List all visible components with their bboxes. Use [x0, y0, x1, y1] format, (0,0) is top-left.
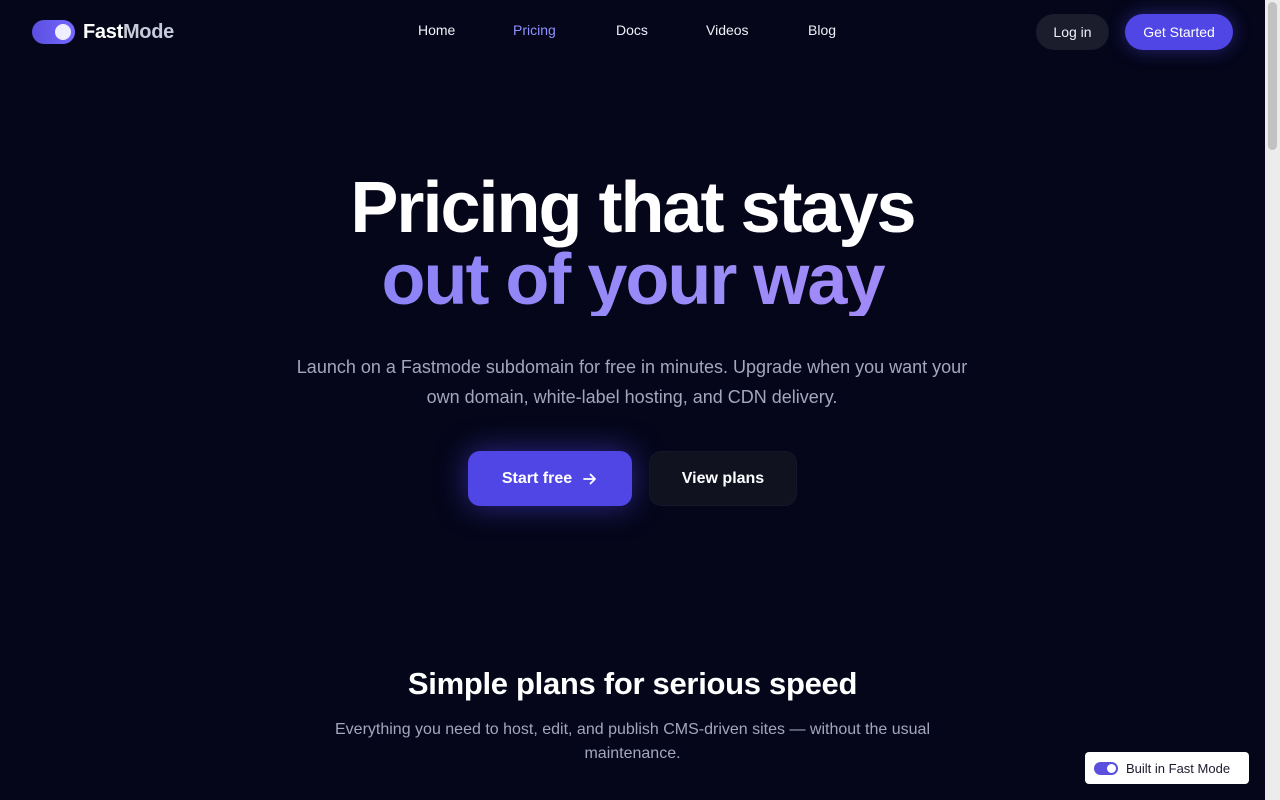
get-started-button[interactable]: Get Started: [1125, 14, 1233, 50]
page: FastMode Home Pricing Docs Videos Blog L…: [0, 0, 1265, 800]
view-plans-button[interactable]: View plans: [649, 451, 797, 506]
built-in-fastmode-badge[interactable]: Built in Fast Mode: [1085, 752, 1249, 784]
toggle-switch-icon: [1094, 761, 1118, 775]
site-header: FastMode Home Pricing Docs Videos Blog L…: [0, 0, 1265, 64]
nav-item-videos[interactable]: Videos: [706, 22, 749, 38]
nav-item-blog[interactable]: Blog: [808, 22, 836, 38]
arrow-right-icon: [583, 473, 597, 484]
start-free-button[interactable]: Start free: [468, 451, 632, 506]
plans-subtitle: Everything you need to host, edit, and p…: [335, 721, 930, 762]
scrollbar-thumb[interactable]: [1268, 2, 1277, 150]
hero-title: Pricing that stays out of your way: [0, 172, 1265, 316]
nav-item-docs[interactable]: Docs: [616, 22, 648, 38]
login-button[interactable]: Log in: [1036, 14, 1109, 50]
badge-label: Built in Fast Mode: [1126, 760, 1231, 776]
hero-subtitle: Launch on a Fastmode subdomain for free …: [296, 357, 968, 407]
nav-item-pricing[interactable]: Pricing: [513, 22, 556, 38]
start-free-label: Start free: [501, 469, 573, 487]
hero-title-line2: out of your way: [0, 244, 1265, 316]
plans-title: Simple plans for serious speed: [407, 666, 858, 701]
nav-item-home[interactable]: Home: [418, 22, 455, 38]
hero-title-line1: Pricing that stays: [350, 168, 916, 248]
